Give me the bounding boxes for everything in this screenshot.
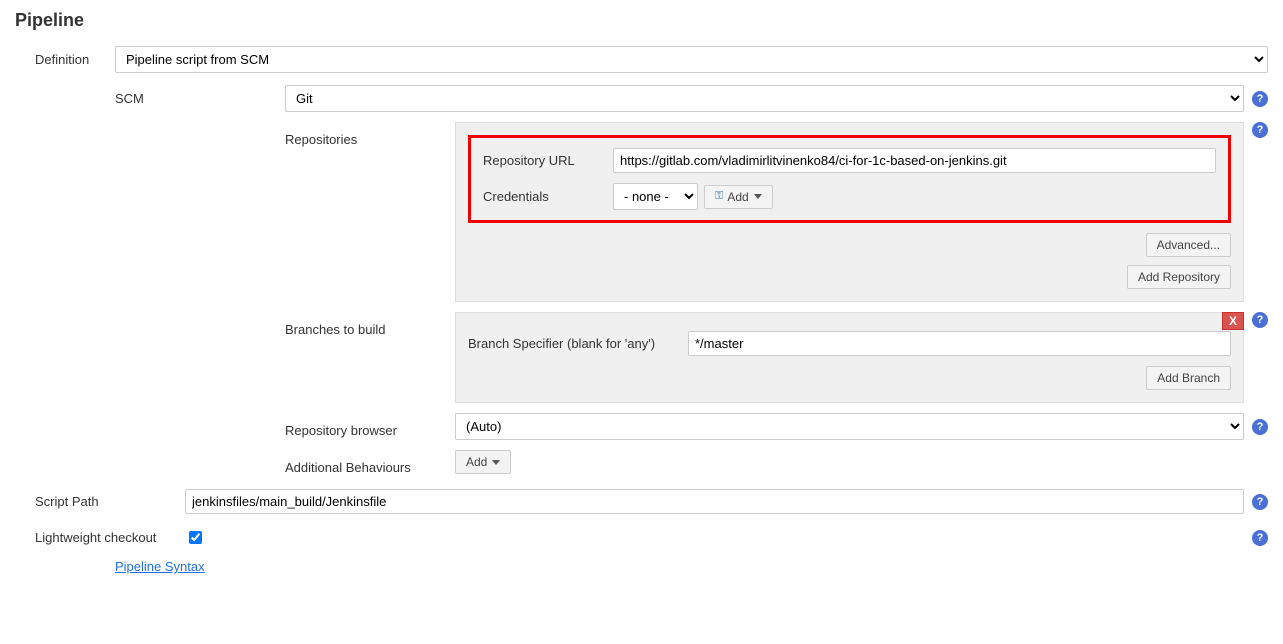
- repo-browser-select[interactable]: (Auto): [455, 413, 1244, 440]
- lightweight-checkout-label: Lightweight checkout: [35, 530, 185, 545]
- scm-label: SCM: [115, 85, 285, 106]
- close-icon[interactable]: X: [1222, 312, 1244, 330]
- advanced-button[interactable]: Advanced...: [1146, 233, 1231, 257]
- definition-label: Definition: [35, 46, 115, 67]
- add-branch-button[interactable]: Add Branch: [1146, 366, 1231, 390]
- definition-select[interactable]: Pipeline script from SCM: [115, 46, 1268, 73]
- repository-url-input[interactable]: [613, 148, 1216, 173]
- key-icon: ⚿: [715, 190, 723, 203]
- repositories-panel: Repository URL Credentials - none -: [455, 122, 1244, 302]
- script-path-input[interactable]: [185, 489, 1244, 514]
- add-repository-button[interactable]: Add Repository: [1127, 265, 1231, 289]
- help-icon[interactable]: ?: [1252, 419, 1268, 435]
- repo-browser-label: Repository browser: [285, 413, 455, 438]
- add-label: Add: [466, 455, 487, 469]
- repository-url-label: Repository URL: [483, 153, 613, 168]
- lightweight-checkout-checkbox[interactable]: [189, 531, 202, 544]
- credentials-label: Credentials: [483, 189, 613, 204]
- help-icon[interactable]: ?: [1252, 122, 1268, 138]
- branches-label: Branches to build: [285, 312, 455, 337]
- add-button-label: Add: [727, 190, 748, 204]
- help-icon[interactable]: ?: [1252, 312, 1268, 328]
- caret-down-icon: [492, 460, 500, 465]
- branch-specifier-input[interactable]: [688, 331, 1231, 356]
- credentials-add-button[interactable]: ⚿ Add: [704, 185, 773, 209]
- caret-down-icon: [754, 194, 762, 199]
- scm-select[interactable]: Git: [285, 85, 1244, 112]
- branches-panel: X Branch Specifier (blank for 'any') Add…: [455, 312, 1244, 403]
- pipeline-heading: Pipeline: [15, 10, 1268, 31]
- behaviours-add-button[interactable]: Add: [455, 450, 511, 474]
- repositories-label: Repositories: [285, 122, 455, 147]
- script-path-label: Script Path: [35, 494, 185, 509]
- help-icon[interactable]: ?: [1252, 530, 1268, 546]
- branch-specifier-label: Branch Specifier (blank for 'any'): [468, 336, 688, 351]
- credentials-select[interactable]: - none -: [613, 183, 698, 210]
- help-icon[interactable]: ?: [1252, 494, 1268, 510]
- additional-behaviours-label: Additional Behaviours: [285, 450, 455, 475]
- pipeline-syntax-link[interactable]: Pipeline Syntax: [115, 559, 205, 574]
- help-icon[interactable]: ?: [1252, 91, 1268, 107]
- highlight-box: Repository URL Credentials - none -: [468, 135, 1231, 223]
